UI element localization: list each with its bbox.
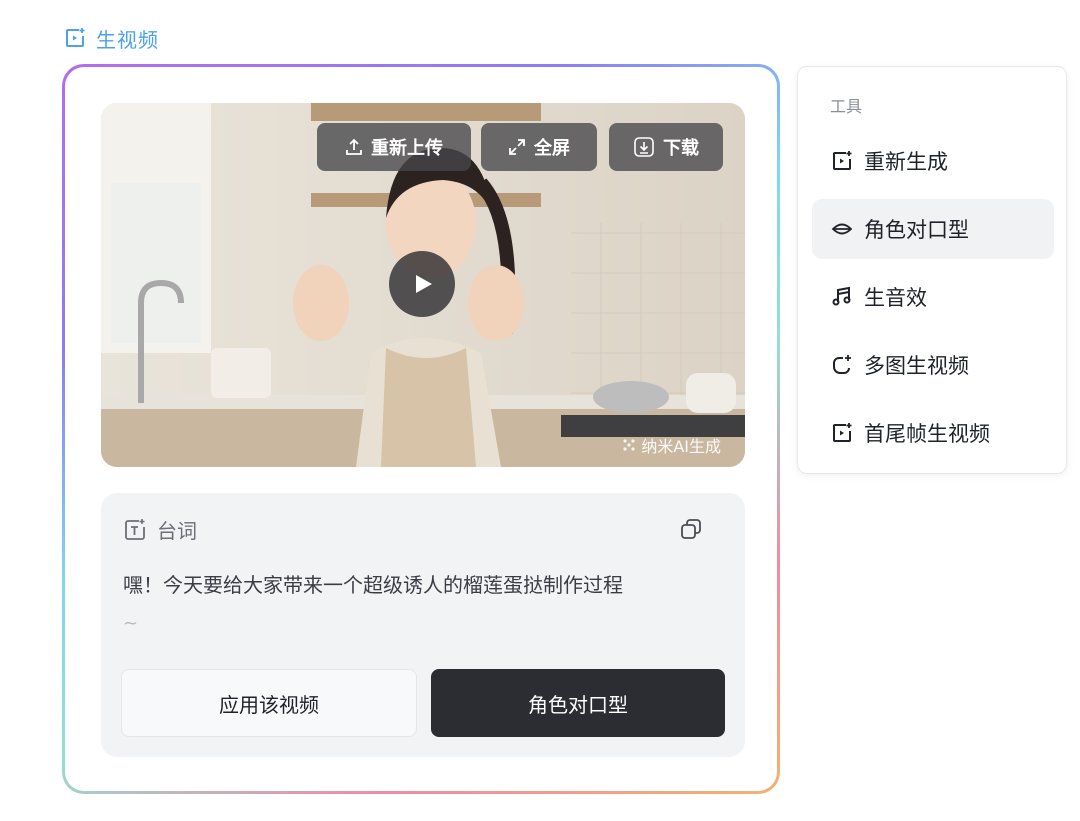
- frame-video-icon: [830, 421, 854, 445]
- expand-icon: [509, 139, 525, 155]
- video-result-card: 重新上传 全屏 下载 纳米AI生成 台词 嘿！今天要给大家带来一个超级诱人的榴莲…: [62, 64, 780, 794]
- script-label: 台词: [157, 519, 197, 543]
- play-icon: [416, 275, 432, 293]
- video-player[interactable]: 重新上传 全屏 下载 纳米AI生成: [101, 103, 745, 467]
- watermark-text: 纳米AI生成: [641, 437, 721, 456]
- copy-icon: [681, 519, 701, 539]
- sparkle-icon: [623, 439, 635, 451]
- video-sparkle-icon: [830, 149, 854, 173]
- script-continuation: ~: [123, 613, 139, 634]
- download-label: 下载: [663, 138, 699, 159]
- tool-label: 首尾帧生视频: [864, 422, 990, 446]
- tool-label: 角色对口型: [864, 218, 969, 242]
- section-title: 生视频: [96, 27, 159, 52]
- tool-sound-effects[interactable]: 生音效: [812, 267, 1054, 327]
- fullscreen-label: 全屏: [534, 138, 570, 159]
- script-panel: 台词 嘿！今天要给大家带来一个超级诱人的榴莲蛋挞制作过程 ~ 应用该视频 角色对…: [101, 493, 745, 757]
- text-sparkle-icon: [125, 518, 145, 540]
- reupload-button[interactable]: 重新上传: [317, 123, 471, 171]
- lip-sync-button[interactable]: 角色对口型: [431, 669, 725, 737]
- copy-button[interactable]: [679, 517, 703, 545]
- tool-regenerate[interactable]: 重新生成: [812, 131, 1054, 191]
- tool-multi-image-video[interactable]: 多图生视频: [812, 335, 1054, 395]
- play-button[interactable]: [389, 251, 455, 317]
- download-icon: [634, 137, 654, 157]
- tool-lip-sync[interactable]: 角色对口型: [812, 199, 1054, 259]
- tool-frame-video[interactable]: 首尾帧生视频: [812, 403, 1054, 463]
- upload-icon: [346, 138, 362, 155]
- tool-label: 重新生成: [864, 150, 948, 174]
- music-note-icon: [830, 285, 854, 309]
- script-header: 台词: [123, 515, 197, 544]
- lips-icon: [830, 217, 854, 241]
- multi-image-icon: [830, 353, 854, 377]
- tool-label: 多图生视频: [864, 354, 969, 378]
- download-button[interactable]: 下载: [609, 123, 723, 171]
- tools-title: 工具: [830, 97, 863, 116]
- tool-label: 生音效: [864, 286, 927, 310]
- apply-video-button[interactable]: 应用该视频: [121, 669, 417, 737]
- fullscreen-button[interactable]: 全屏: [481, 123, 597, 171]
- ai-watermark: 纳米AI生成: [621, 433, 721, 457]
- script-text: 嘿！今天要给大家带来一个超级诱人的榴莲蛋挞制作过程: [123, 573, 623, 597]
- video-sparkle-icon: [64, 27, 86, 49]
- tools-panel: 工具 重新生成 角色对口型 生音效 多图生视频 首尾帧生视频: [797, 66, 1067, 474]
- reupload-label: 重新上传: [371, 138, 443, 159]
- section-header: 生视频: [64, 22, 159, 54]
